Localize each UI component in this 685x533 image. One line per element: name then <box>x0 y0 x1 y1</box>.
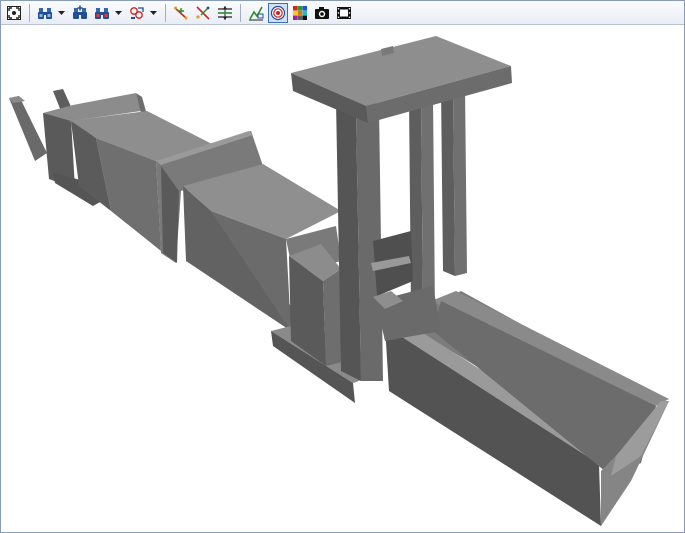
node-vector-button[interactable] <box>171 3 191 23</box>
gate-column-right-side <box>421 96 435 316</box>
color-palette-button[interactable] <box>290 3 310 23</box>
find-dropdown[interactable] <box>57 3 66 23</box>
dimension-button[interactable] <box>215 3 235 23</box>
snapshot-button[interactable] <box>312 3 332 23</box>
find-add-button[interactable] <box>70 3 90 23</box>
find-highlight-dropdown[interactable] <box>114 3 123 23</box>
binoculars-plus-icon <box>73 5 87 19</box>
toolbar-separator <box>165 3 166 22</box>
record-video-button[interactable] <box>334 3 354 23</box>
find-button[interactable] <box>35 3 55 23</box>
binoculars-icon <box>38 7 52 19</box>
binoculars-red-icon <box>95 7 109 19</box>
render-target-icon <box>270 5 286 20</box>
film-frame-icon <box>337 6 351 19</box>
node-cross-icon <box>196 5 210 20</box>
gate-column-right-front <box>409 96 423 316</box>
camera-icon <box>315 6 329 19</box>
function-button[interactable] <box>246 3 266 23</box>
select-objects-icon <box>130 6 144 19</box>
3d-viewport[interactable] <box>1 26 684 532</box>
function-xyz-icon <box>249 6 264 20</box>
select-objects-button[interactable] <box>127 3 147 23</box>
structure-model <box>9 36 669 526</box>
application-window <box>0 0 685 533</box>
find-highlight-button[interactable] <box>92 3 112 23</box>
zoom-extents-button[interactable] <box>4 3 24 23</box>
toolbar-separator <box>240 3 241 22</box>
chevron-down-icon <box>58 10 65 15</box>
zoom-extents-icon <box>7 5 21 20</box>
color-palette-icon <box>293 5 307 20</box>
gate-column-far-front <box>441 89 455 276</box>
gate-column-far-side <box>453 87 467 276</box>
toolbar-separator <box>29 3 30 22</box>
select-objects-dropdown[interactable] <box>149 3 158 23</box>
render-target-button[interactable] <box>268 2 288 23</box>
dimension-arrows-icon <box>218 5 232 20</box>
chevron-down-icon <box>150 10 157 15</box>
chevron-down-icon <box>115 10 122 15</box>
toolbar <box>1 1 684 25</box>
node-vector-icon <box>174 6 188 19</box>
left-wing-wall <box>9 96 47 161</box>
node-cross-button[interactable] <box>193 3 213 23</box>
